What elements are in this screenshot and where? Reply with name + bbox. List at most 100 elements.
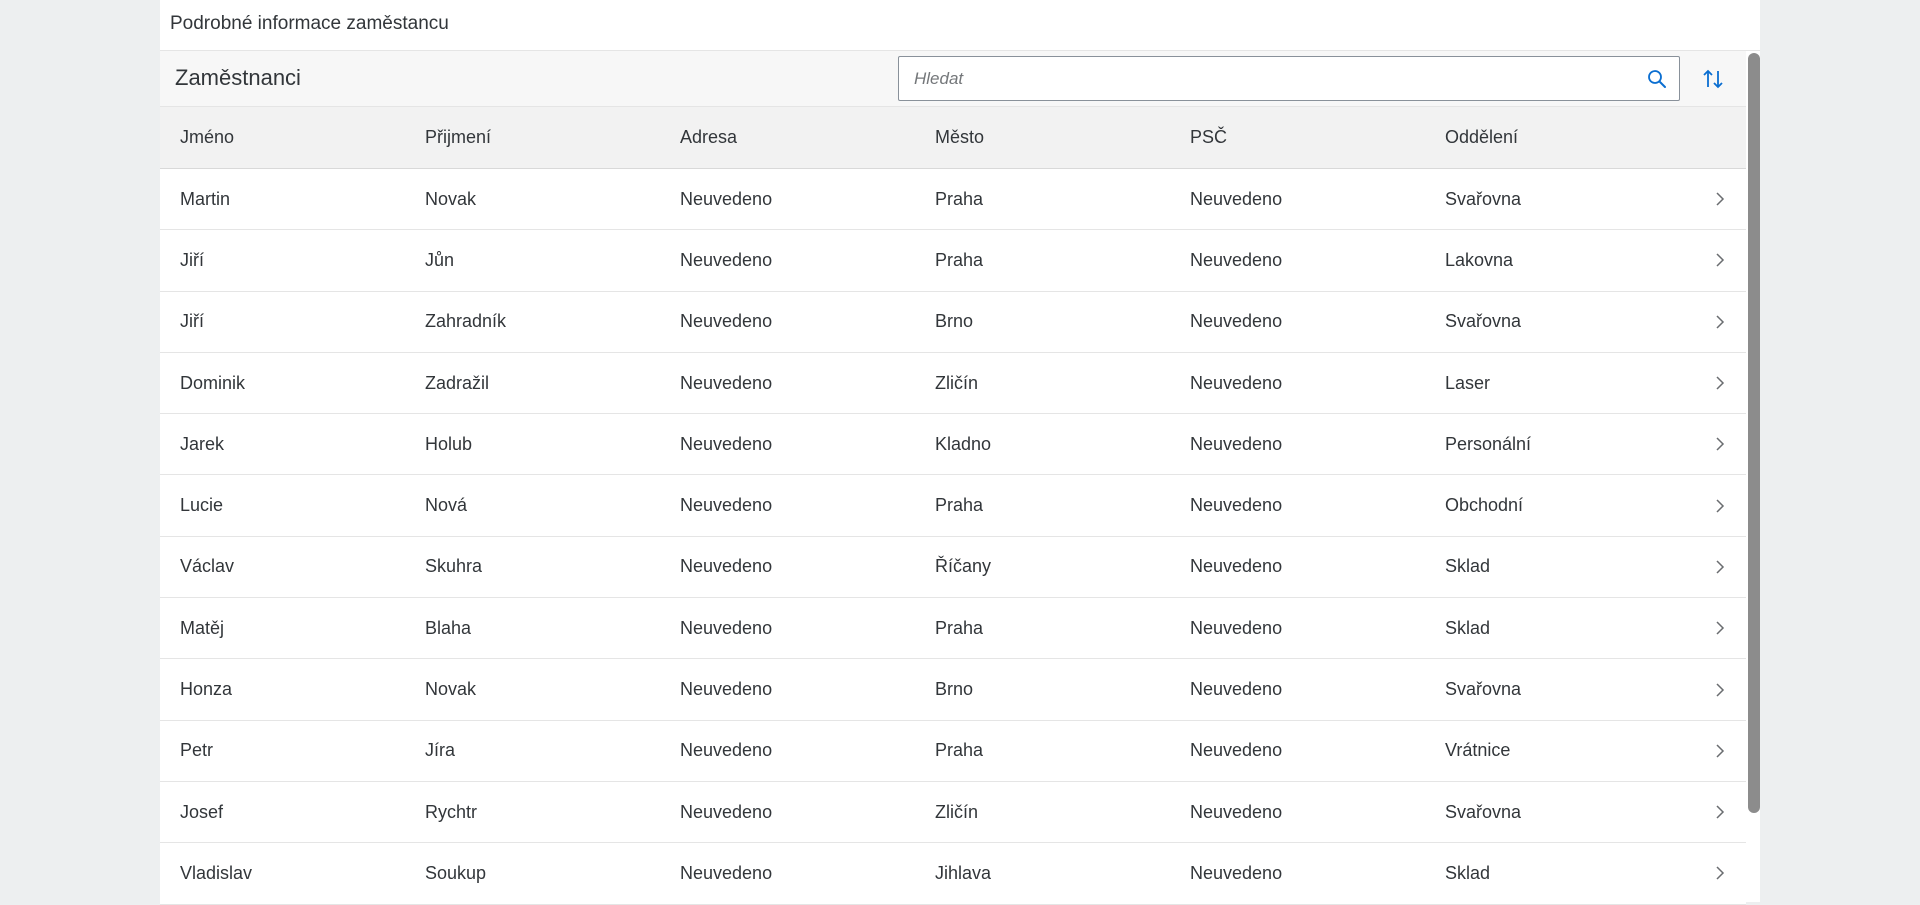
table-cell: Jihlava (935, 862, 992, 883)
table-cell: Brno (935, 679, 974, 700)
chevron-right-icon[interactable] (1708, 230, 1732, 290)
table-cell: Vladislav (180, 862, 253, 883)
table-row[interactable]: Josef Rychtr Neuvedeno Zličín Neuvedeno Svařo… (160, 781, 1746, 844)
table-cell: Neuvedeno (680, 249, 773, 270)
table-cell: Soukup (425, 862, 487, 883)
employees-table: Jméno Přijmení Adresa Město PSČ Oddělení Mart… (160, 107, 1746, 905)
table-cell: Nová (425, 495, 468, 516)
table-cell: Blaha (425, 617, 472, 638)
table-cell: Neuvedeno (680, 801, 773, 822)
table-cell: Sklad (1445, 617, 1491, 638)
table-row[interactable]: Martin Novak Neuvedeno Praha Neuvedeno Svařov… (160, 169, 1746, 231)
column-header: Adresa (680, 127, 738, 147)
column-header: Město (935, 127, 985, 147)
table-cell: Lucie (180, 495, 224, 516)
table-row[interactable]: Václav Skuhra Neuvedeno Říčany Neuvedeno Skla… (160, 536, 1746, 599)
chevron-right-icon[interactable] (1708, 598, 1732, 658)
column-header: Jméno (180, 127, 235, 147)
table-cell: Neuvedeno (680, 617, 773, 638)
table-cell: Jarek (180, 433, 225, 454)
table-cell: Neuvedeno (680, 495, 773, 516)
table-cell: Zličín (935, 372, 979, 393)
table-cell: Zadražil (425, 372, 490, 393)
chevron-right-icon[interactable] (1708, 721, 1732, 781)
table-row[interactable]: Honza Novak Neuvedeno Brno Neuvedeno Svařovna (160, 659, 1746, 721)
table-cell: Neuvedeno (680, 862, 773, 883)
employees-panel: Zaměstnanci Jmén (160, 51, 1760, 905)
table-cell: Dominik (180, 372, 246, 393)
table-row[interactable]: Matěj Blaha Neuvedeno Praha Neuvedeno Sklad (160, 598, 1746, 660)
table-cell: Říčany (935, 556, 992, 577)
app-shell: Podrobné informace zaměstancu Zaměstnanc… (160, 0, 1760, 905)
table-cell: Svařovna (1445, 679, 1522, 700)
table-row[interactable]: Jiří Jůn Neuvedeno Praha Neuvedeno Lakovna (160, 230, 1746, 292)
sort-icon (1703, 69, 1723, 89)
table-cell: Neuvedeno (680, 556, 773, 577)
table-cell: Neuvedeno (1190, 188, 1283, 209)
table-cell: Praha (935, 740, 984, 761)
chevron-right-icon[interactable] (1708, 414, 1732, 474)
table-title: Zaměstnanci (175, 65, 301, 90)
table-cell: Neuvedeno (1190, 249, 1283, 270)
table-cell: Skuhra (425, 556, 483, 577)
chevron-right-icon[interactable] (1708, 169, 1732, 229)
sort-button[interactable] (1693, 59, 1733, 99)
chevron-right-icon[interactable] (1708, 843, 1732, 903)
chevron-right-icon[interactable] (1708, 353, 1732, 413)
search-icon (1648, 70, 1666, 88)
table-row[interactable]: Jiří Zahradník Neuvedeno Brno Neuvedeno Svařo… (160, 291, 1746, 353)
table-row[interactable]: Petr Jíra Neuvedeno Praha Neuvedeno Vrátnice (160, 720, 1746, 782)
table-cell: Svařovna (1445, 188, 1522, 209)
column-header: PSČ (1190, 127, 1228, 147)
table-cell: Holub (425, 433, 473, 454)
table-cell: Neuvedeno (1190, 433, 1283, 454)
table-cell: Svařovna (1445, 311, 1522, 332)
table-cell: Lakovna (1445, 249, 1514, 270)
chevron-right-icon[interactable] (1708, 475, 1732, 535)
table-cell: Novak (425, 679, 477, 700)
search-input[interactable] (899, 57, 1629, 100)
scroll-thumb[interactable] (1748, 53, 1760, 813)
chevron-right-icon[interactable] (1708, 537, 1732, 597)
table-cell: Neuvedeno (680, 740, 773, 761)
scrollbar[interactable] (1746, 51, 1760, 902)
table-row[interactable]: Jarek Holub Neuvedeno Kladno Neuvedeno Person… (160, 414, 1746, 476)
table-cell: Neuvedeno (1190, 495, 1283, 516)
table-cell: Petr (180, 740, 214, 761)
table-cell: Sklad (1445, 862, 1491, 883)
table-cell: Brno (935, 311, 974, 332)
chevron-right-icon[interactable] (1708, 782, 1732, 842)
table-cell: Josef (180, 801, 224, 822)
search-field[interactable] (898, 56, 1680, 101)
table-toolbar: Zaměstnanci (160, 51, 1746, 107)
table-cell: Neuvedeno (1190, 311, 1283, 332)
table-cell: Kladno (935, 433, 992, 454)
table-cell: Novak (425, 188, 477, 209)
search-button[interactable] (1643, 65, 1671, 93)
table-cell: Neuvedeno (1190, 679, 1283, 700)
table-cell: Sklad (1445, 556, 1491, 577)
table-cell: Zličín (935, 801, 979, 822)
table-cell: Neuvedeno (1190, 556, 1283, 577)
table-cell: Personální (1445, 433, 1532, 454)
table-row[interactable]: Lucie Nová Neuvedeno Praha Neuvedeno Obchodní (160, 475, 1746, 537)
page-title: Podrobné informace zaměstancu (160, 0, 1760, 51)
table-body: Martin Novak Neuvedeno Praha Neuvedeno Svařov… (160, 169, 1746, 905)
table-cell: Neuvedeno (1190, 801, 1283, 822)
table-cell: Neuvedeno (1190, 372, 1283, 393)
table-cell: Neuvedeno (680, 679, 773, 700)
table-cell: Svařovna (1445, 801, 1522, 822)
table-cell: Martin (180, 188, 231, 209)
chevron-right-icon[interactable] (1708, 292, 1732, 352)
table-cell: Praha (935, 495, 984, 516)
table-row[interactable]: Vladislav Soukup Neuvedeno Jihlava Neuvedeno… (160, 843, 1746, 905)
table-header: Jméno Přijmení Adresa Město PSČ Oddělení (160, 107, 1746, 169)
table-cell: Jíra (425, 740, 456, 761)
table-cell: Zahradník (425, 311, 507, 332)
table-row[interactable]: Dominik Zadražil Neuvedeno Zličín Neuvedeno L… (160, 352, 1746, 415)
table-cell: Neuvedeno (680, 372, 773, 393)
chevron-right-icon[interactable] (1708, 659, 1732, 719)
table-cell: Obchodní (1445, 495, 1524, 516)
table-cell: Neuvedeno (680, 433, 773, 454)
table-cell: Praha (935, 617, 984, 638)
